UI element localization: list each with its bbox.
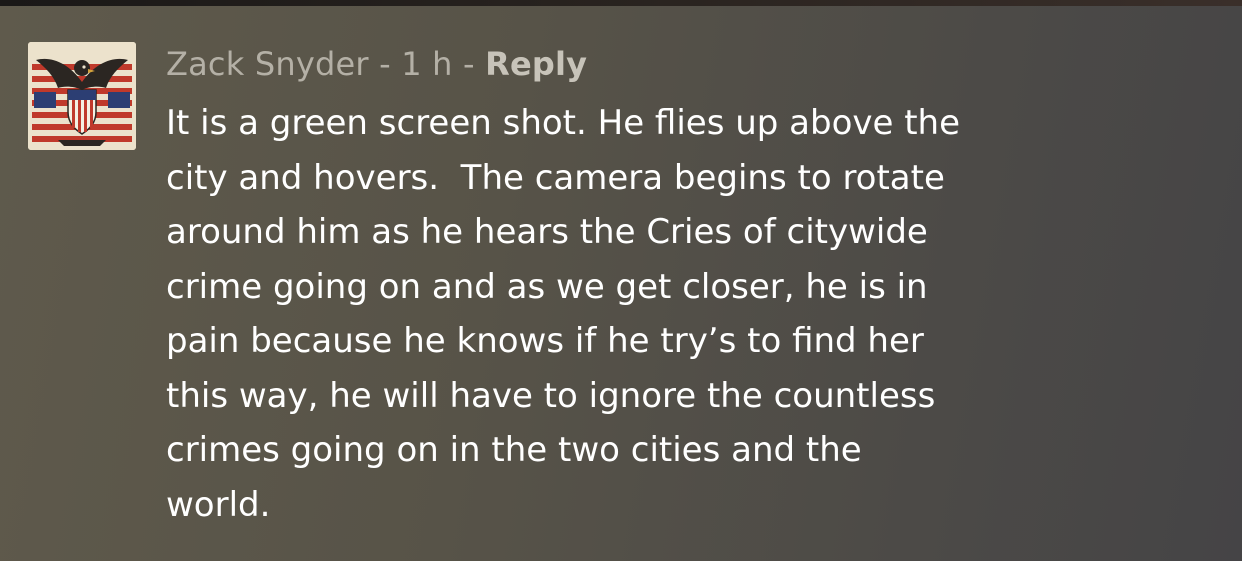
comment-text-line: around him as he hears the Cries of city… (166, 212, 928, 252)
meta-separator: - (368, 45, 402, 83)
avatar[interactable] (28, 42, 136, 150)
comment-text-line: crime going on and as we get closer, he … (166, 266, 928, 307)
comment-text-line: It is a green screen shot. He flies up a… (166, 103, 961, 143)
eagle-flag-emblem-icon (28, 42, 136, 150)
comment-body: It is a green screen shot. He flies up a… (166, 96, 1226, 532)
comment-text-line: pain because he knows if he try’s to fin… (166, 321, 924, 361)
top-edge-strip (0, 0, 1242, 6)
comment-text-line: city and hovers. The camera begins to ro… (166, 157, 945, 198)
comment-text-line: crimes going on in the two cities and th… (166, 430, 862, 470)
comment-timestamp: 1 h (401, 45, 453, 83)
author-name[interactable]: Zack Snyder (166, 45, 369, 83)
comment-text-line: world. (166, 484, 271, 525)
comment-text-line: this way, he will have to ignore the cou… (166, 375, 936, 416)
meta-separator: - (452, 45, 486, 83)
reply-button[interactable]: Reply (485, 45, 587, 83)
comment-header: Zack Snyder - 1 h - Reply (166, 42, 587, 86)
